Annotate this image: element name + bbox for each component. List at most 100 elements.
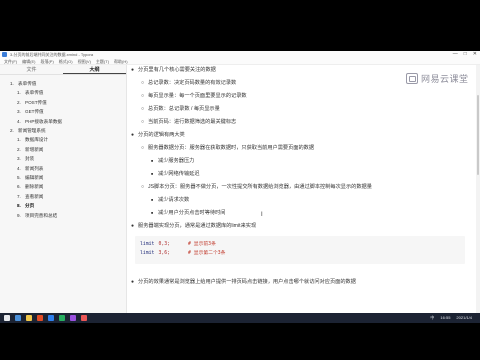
menu-view[interactable]: 视图(V)	[78, 58, 91, 64]
list-item-text[interactable]: 减少网络传输延迟	[158, 171, 200, 178]
tab-outline[interactable]: 大纲	[63, 65, 126, 74]
watermark: 网易云课堂	[406, 71, 469, 85]
bullet-icon: ●	[131, 223, 135, 229]
menu-edit[interactable]: 编辑(E)	[22, 58, 35, 64]
list-item-text[interactable]: 减少请求次数	[158, 197, 189, 204]
bullet-icon: ■	[151, 198, 154, 202]
code-block[interactable]: limit 0,3; # 显示前3条 limit 3,6; # 显示第二个3条	[135, 236, 465, 264]
outline-item-label: 分页	[25, 203, 35, 209]
clock-time[interactable]: 16:55	[440, 313, 450, 323]
menu-theme[interactable]: 主题(T)	[96, 58, 109, 64]
list-item-text[interactable]: 服务器数据分页：服务器在获取数据时，只获取当前用户需要页面的数据	[148, 145, 314, 152]
menu-help[interactable]: 帮助(H)	[114, 58, 128, 64]
taskbar: 中 16:55 2021/1/4	[0, 313, 480, 323]
start-icon[interactable]	[4, 315, 10, 321]
list-item-text[interactable]: 减少服务器压力	[158, 158, 194, 165]
outline-item-label: POST传值	[25, 99, 47, 105]
outline-item-label: 新闻管理系统	[18, 128, 46, 134]
outline-item[interactable]: 7. 查看新闻	[0, 192, 126, 201]
menu-paragraph[interactable]: 段落(P)	[40, 58, 53, 64]
netease-logo-icon	[406, 72, 418, 84]
outline-item[interactable]: 9. 项目完善和总结	[0, 211, 126, 220]
outline-item[interactable]: 3. 封装	[0, 154, 126, 163]
media-icon[interactable]	[70, 315, 76, 321]
outline-item-number: 2.	[10, 128, 14, 134]
window-controls: — □ ✕	[453, 51, 477, 58]
outline-item[interactable]: 2. 新增新闻	[0, 145, 126, 154]
outline-item-number: 4.	[17, 118, 21, 124]
list-item-text[interactable]: 当前页码：进行数据筛选的最关键标志	[148, 119, 236, 126]
outline-item[interactable]: 2. POST传值	[0, 98, 126, 107]
screen: 3-分页的前后端共同关注的数据.xmind - Typora — □ ✕ 文件(…	[0, 0, 480, 360]
outline-item[interactable]: 8. 分页	[0, 201, 126, 210]
outline-item-label: 表单传值	[18, 81, 37, 86]
outline-item-label: 表单传值	[25, 90, 44, 96]
outline-item-label: 项目完善和总结	[25, 212, 58, 218]
outline-item[interactable]: 4. 新闻列表	[0, 164, 126, 173]
outline-item[interactable]: 1. 表单传值	[0, 88, 126, 97]
code-line: limit 3,6; # 显示第二个3条	[140, 250, 225, 257]
bullet-icon: ○	[141, 184, 145, 190]
list-item-text[interactable]: 每页显示量：每一个页面里要显示的记录数	[148, 93, 247, 100]
code-line: limit 0,3; # 显示前3条	[140, 241, 216, 248]
scrollbar[interactable]	[476, 65, 480, 313]
outline-item[interactable]: 3. GET传值	[0, 107, 126, 116]
outline-item[interactable]: 5. 编辑新闻	[0, 173, 126, 182]
browser-icon[interactable]	[37, 315, 43, 321]
outline-item[interactable]: 1. 表单传值	[0, 79, 126, 88]
outline-item-number: 3.	[17, 109, 21, 115]
list-item-text[interactable]: 减少用户分页点击时等待时间	[158, 210, 225, 217]
outline-item-label: 编辑新闻	[25, 175, 44, 181]
outline-item-label: 查看新闻	[25, 193, 44, 199]
maximize-button[interactable]: □	[464, 51, 467, 58]
code-comment: # 显示前3条	[188, 242, 216, 247]
typora-icon[interactable]	[48, 315, 54, 321]
code-keyword: limit	[140, 251, 155, 256]
scrollbar-thumb[interactable]	[477, 95, 479, 175]
minimize-button[interactable]: —	[453, 51, 458, 58]
clock-date[interactable]: 2021/1/4	[456, 313, 472, 323]
list-item-text[interactable]: 分页的效果通常是浏览器上给用户提供一排页码点击链接，用户点击哪个就访问对应页面的…	[138, 279, 356, 286]
input-language[interactable]: 中	[430, 313, 434, 323]
outline-item-number: 3.	[17, 156, 21, 162]
list-item-text[interactable]: 服务器端实现分页，通常是通过数据库的limit来实现	[138, 223, 256, 230]
wechat-icon[interactable]	[59, 315, 65, 321]
code-args: 0,3;	[158, 242, 171, 247]
outline-item-label: 新闻列表	[25, 165, 44, 171]
bullet-icon: ○	[141, 93, 145, 99]
outline-item[interactable]: 6. 删除新闻	[0, 182, 126, 191]
outline-item-number: 5.	[17, 175, 21, 181]
list-item-text[interactable]: 总页数：总记录数 / 每页显示量	[148, 106, 220, 113]
editor-content[interactable]: 网易云课堂 limit 0,3; # 显示前3条 limit 3,6; # 显示第二个3条…	[128, 65, 480, 313]
menu-file[interactable]: 文件(F)	[4, 58, 17, 64]
tab-files[interactable]: 文件	[0, 65, 63, 74]
list-item-text[interactable]: 分页里有几个核心需要关注的数据	[138, 67, 216, 74]
folder-icon[interactable]	[26, 315, 32, 321]
search-icon[interactable]	[15, 315, 21, 321]
outline-item-number: 4.	[17, 165, 21, 171]
bullet-icon: ●	[131, 279, 135, 285]
menu-bar: 文件(F) 编辑(E) 段落(P) 格式(O) 视图(V) 主题(T) 帮助(H…	[0, 58, 480, 65]
recorder-icon[interactable]	[81, 315, 87, 321]
sidebar: 文件 大纲 1. 表单传值 1. 表单传值 2. POST传值 3. GET传值 4. PHP接收…	[0, 65, 127, 313]
watermark-text: 网易云课堂	[421, 73, 469, 84]
outline-item[interactable]: 4. PHP接收表单数据	[0, 117, 126, 126]
bullet-icon: ●	[131, 132, 135, 138]
outline-item[interactable]: 1. 数据库设计	[0, 135, 126, 144]
outline-item-number: 7.	[17, 193, 21, 199]
title-bar: 3-分页的前后端共同关注的数据.xmind - Typora — □ ✕	[0, 51, 480, 58]
window-title: 3-分页的前后端共同关注的数据.xmind - Typora	[10, 52, 94, 57]
code-args: 3,6;	[158, 251, 171, 256]
menu-format[interactable]: 格式(O)	[59, 58, 73, 64]
outline-item-number: 8.	[17, 203, 21, 209]
list-item-text[interactable]: 分页的逻辑有两大类	[138, 132, 185, 139]
close-button[interactable]: ✕	[473, 51, 477, 58]
bullet-icon: ●	[131, 67, 135, 73]
list-item-text[interactable]: 总记录数：决定页码数量的有效记录数	[148, 80, 236, 87]
bullet-icon: ■	[151, 159, 154, 163]
outline-item-label: 新增新闻	[25, 146, 44, 152]
bullet-icon: ■	[151, 211, 154, 215]
outline-item-label: 删除新闻	[25, 184, 44, 190]
outline-item[interactable]: 2. 新闻管理系统	[0, 126, 126, 135]
list-item-text[interactable]: JS脚本分页：服务器不做分页，一次性提交所有数据给浏览器，由通过脚本控制每次显示…	[148, 184, 372, 191]
